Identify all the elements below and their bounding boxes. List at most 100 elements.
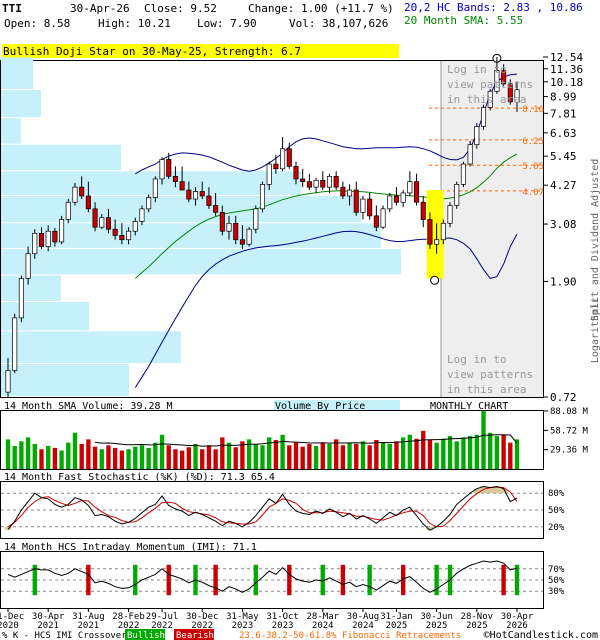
price-tick-label-8: 3.08: [550, 218, 577, 231]
price-tick-label-10: 0.72: [550, 391, 577, 404]
volume-bar-62: [421, 430, 426, 469]
date: 30-Apr-26: [70, 2, 130, 15]
candle-body-65: [440, 222, 446, 241]
candle-body-13: [92, 208, 98, 228]
candle-body-52: [353, 189, 359, 213]
imi-tick-label-1: 50%: [548, 576, 565, 586]
candle-body-10: [72, 186, 78, 203]
candle-body-58: [393, 195, 399, 203]
x-label-year-9: 2024: [352, 621, 374, 631]
price-tick-label-4: 7.81: [550, 107, 577, 120]
volume-bar-49: [333, 439, 339, 469]
volume-bar-43: [293, 442, 299, 469]
vbp-bar-3: [1, 275, 61, 301]
high: High: 10.21: [98, 17, 171, 30]
volume-bar-31: [213, 449, 218, 469]
legend-fib: 23.6-38.2-50-61.8% Fibonacci Retracement…: [239, 631, 461, 640]
fib-label-0: 8.16: [522, 105, 544, 115]
candle-body-56: [380, 208, 386, 228]
vbp-bar-4: [1, 248, 401, 275]
candle-body-36: [246, 228, 252, 245]
candle-body-32: [219, 211, 225, 232]
scale-label: Logarithmic: [590, 297, 600, 363]
volume-bar-73: [494, 436, 500, 469]
vol-tick-label-0: 88.08 M: [550, 407, 589, 417]
volume-bar-55: [374, 440, 379, 469]
vol-tick-label-1: 58.72 M: [550, 426, 589, 436]
candle-body-8: [59, 219, 65, 243]
login-bottom-line-0: Log in to: [447, 353, 507, 366]
volume-bar-57: [387, 443, 392, 469]
volume-bar-76: [514, 439, 520, 469]
volume-bar-14: [99, 449, 104, 469]
candle-body-7: [52, 230, 58, 243]
volume-bar-3: [25, 437, 31, 469]
candle-body-62: [420, 201, 426, 220]
volume-bar-13: [92, 446, 98, 469]
legend-bearish: Bearish: [176, 631, 214, 640]
volume-panel: 88.08 M 58.72 M 29.36 M: [5, 407, 589, 469]
volume-bar-52: [354, 443, 359, 469]
monthly-label: MONTHLY CHART: [430, 401, 508, 412]
candle-body-26: [179, 181, 185, 191]
imi-tick-label-2: 30%: [548, 587, 565, 597]
volume-bar-40: [273, 440, 279, 469]
candle-body-48: [326, 175, 333, 188]
candle-body-54: [367, 198, 373, 217]
candle-body-11: [79, 186, 85, 197]
candle-body-25: [172, 175, 178, 182]
imi-title: 14 Month HCS Intraday Momentum (IMI): 71…: [4, 542, 257, 553]
volume-bar-63: [427, 440, 433, 469]
crossover-bar-5: [213, 564, 218, 596]
candle-body-61: [414, 181, 420, 203]
volume-bar-74: [501, 434, 506, 469]
volume-bar-18: [126, 449, 131, 469]
volume-bar-23: [159, 434, 165, 469]
candle-body-43: [293, 166, 299, 180]
candle-body-31: [213, 205, 219, 213]
close: Close: 9.52: [144, 2, 217, 15]
login-bottom-line-2: in this area: [447, 383, 526, 396]
vol-tick-label-2: 29.36 M: [550, 446, 589, 456]
candle-body-50: [340, 186, 346, 197]
volume-bar-44: [300, 446, 305, 469]
volume-bar-70: [474, 434, 479, 469]
candle-body-16: [112, 228, 118, 236]
crossover-bar-14: [501, 564, 506, 596]
candle-body-66: [447, 205, 453, 224]
volume-bar-7: [52, 447, 58, 469]
candle-body-21: [146, 197, 152, 210]
candle-body-29: [199, 191, 205, 197]
candle-body-30: [206, 195, 212, 206]
price-tick-label-5: 6.63: [550, 127, 577, 140]
low: Low: 7.90: [197, 17, 257, 30]
volume-bar-67: [454, 441, 459, 469]
volume-bar-66: [447, 436, 453, 469]
candle-body-42: [286, 148, 292, 167]
candle-body-4: [32, 232, 38, 255]
candle-body-14: [99, 217, 105, 228]
candle-body-51: [347, 189, 353, 197]
copyright: ©HotCandlestick.com: [484, 630, 598, 640]
login-top-line-0: Log in to: [447, 63, 507, 76]
volume-bar-22: [153, 442, 158, 469]
candle-body-22: [152, 178, 158, 198]
vbp-bar-7: [1, 171, 301, 195]
x-label-year-8: 2024: [312, 621, 334, 631]
candle-body-44: [300, 178, 306, 182]
volume-bar-46: [313, 445, 319, 469]
price-tick-label-9: 1.90: [550, 276, 577, 289]
candle-body-18: [126, 230, 132, 241]
candle-body-23: [159, 159, 165, 180]
volume-bar-6: [46, 445, 51, 469]
crossover-bar-1: [86, 564, 91, 596]
volume-bar-38: [260, 445, 265, 469]
candle-body-63: [427, 219, 433, 245]
volume-bar-58: [394, 441, 399, 469]
stoch-title: 14 Month Fast Stochastic (%K) (%D): 71.3…: [4, 472, 275, 483]
volume-bar-47: [320, 442, 325, 469]
volume-bar-29: [200, 449, 205, 469]
candle-body-47: [320, 179, 326, 188]
volume-bar-28: [193, 443, 198, 469]
stoch-tick-label-0: 80%: [548, 489, 565, 499]
